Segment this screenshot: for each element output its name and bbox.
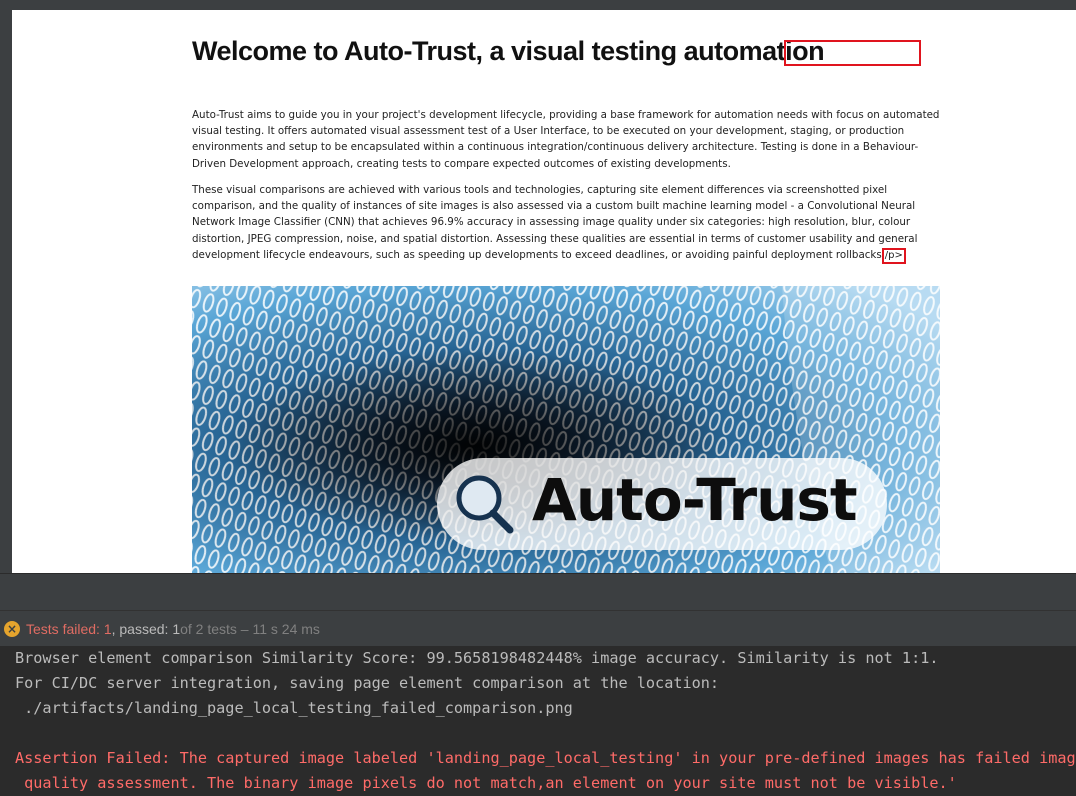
details-paragraph: These visual comparisons are achieved wi… [192,182,940,264]
hero-logo-text: Auto-Trust [532,466,858,534]
test-status-bar: × Tests failed: 1 , passed: 1 of 2 tests… [0,611,1076,646]
console-output[interactable]: Browser element comparison Similarity Sc… [0,646,1076,796]
tests-failed-count: Tests failed: 1 [26,620,112,637]
console-line: Browser element comparison Similarity Sc… [15,649,939,667]
console-error-line: Assertion Failed: The captured image lab… [15,749,1076,767]
intro-paragraph: Auto-Trust aims to guide you in your pro… [192,109,940,170]
diff-highlight-inline: /p> [881,247,906,264]
fail-icon: × [4,620,20,637]
page-title: Welcome to Auto-Trust, a visual testing … [192,36,825,66]
tests-total-duration: of 2 tests – 11 s 24 ms [180,620,320,637]
console-line: For CI/DC server integration, saving pag… [15,674,720,692]
comparison-image-viewer: Welcome to Auto-Trust, a visual testing … [0,0,1076,573]
details-paragraph-text: These visual comparisons are achieved wi… [192,184,918,261]
tests-passed-count: , passed: 1 [111,620,181,637]
console-error-line: quality assessment. The binary image pix… [15,774,957,792]
captured-page-screenshot: Welcome to Auto-Trust, a visual testing … [12,10,1076,573]
console-line: ./artifacts/landing_page_local_testing_f… [15,699,573,717]
diff-highlight-box [784,40,921,66]
hero-image: Auto-Trust [192,286,940,573]
run-toolbar [0,573,1076,611]
